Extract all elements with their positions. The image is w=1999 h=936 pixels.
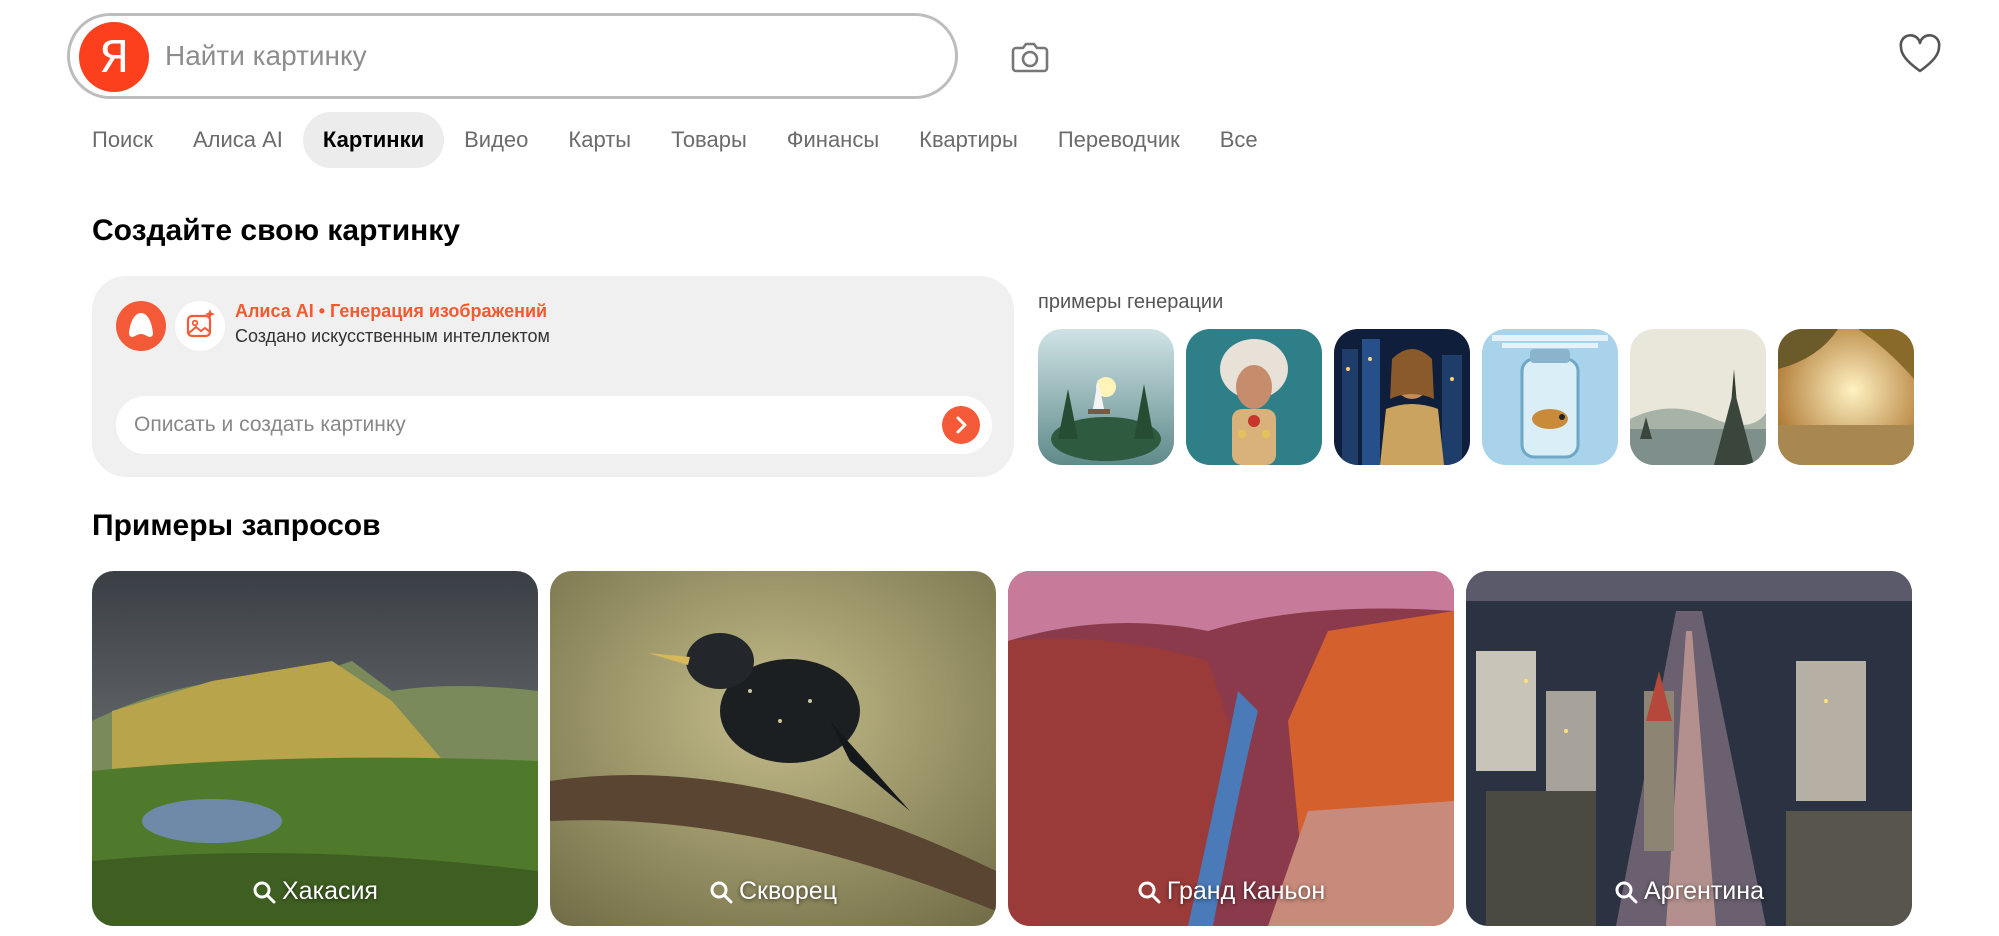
starling-bird-image xyxy=(550,571,996,926)
generation-example-image[interactable] xyxy=(1778,329,1914,465)
camera-icon[interactable] xyxy=(1008,34,1052,78)
tab-finance[interactable]: Финансы xyxy=(767,112,899,168)
query-text: Хакасия xyxy=(282,877,378,905)
generation-example-image[interactable] xyxy=(1186,329,1322,465)
tab-video[interactable]: Видео xyxy=(444,112,548,168)
query-text: Аргентина xyxy=(1644,877,1764,905)
query-card-argentina[interactable]: Аргентина xyxy=(1466,571,1912,926)
query-text: Скворец xyxy=(738,877,838,905)
khakassia-landscape-image xyxy=(92,571,538,926)
generation-example-image[interactable] xyxy=(1630,329,1766,465)
query-label: Хакасия xyxy=(92,877,538,906)
argentina-city-image xyxy=(1466,571,1912,926)
search-icon xyxy=(253,881,276,903)
query-card-grand-canyon[interactable]: Гранд Каньон xyxy=(1008,571,1454,926)
alice-generation-subtitle: Создано искусственным интеллектом xyxy=(235,326,550,346)
generation-example-image[interactable] xyxy=(1482,329,1618,465)
alice-generation-title[interactable]: Алиса AI • Генерация изображений xyxy=(235,301,547,322)
tab-alice-ai[interactable]: Алиса AI xyxy=(173,112,303,168)
generation-examples-label: примеры генерации xyxy=(1038,291,1224,313)
service-tabs: Поиск Алиса AI Картинки Видео Карты Това… xyxy=(72,112,1278,168)
tab-all[interactable]: Все xyxy=(1200,112,1278,168)
query-label: Аргентина xyxy=(1466,877,1912,906)
describe-field[interactable] xyxy=(116,396,992,454)
query-card-starling[interactable]: Скворец xyxy=(550,571,996,926)
tab-search[interactable]: Поиск xyxy=(72,112,173,168)
yandex-logo[interactable]: Я xyxy=(79,22,149,92)
describe-input[interactable] xyxy=(134,409,914,441)
tab-translator[interactable]: Переводчик xyxy=(1038,112,1200,168)
generation-example-image[interactable] xyxy=(1334,329,1470,465)
search-box[interactable]: Я xyxy=(67,13,958,99)
alice-logo-icon xyxy=(116,301,166,351)
query-label: Гранд Каньон xyxy=(1008,877,1454,906)
query-card-khakassia[interactable]: Хакасия xyxy=(92,571,538,926)
query-label: Скворец xyxy=(550,877,996,906)
grand-canyon-image xyxy=(1008,571,1454,926)
generate-button[interactable] xyxy=(942,406,980,444)
search-icon xyxy=(710,881,733,903)
generation-example-image[interactable] xyxy=(1038,329,1174,465)
image-generation-icon xyxy=(175,301,225,351)
tab-images[interactable]: Картинки xyxy=(302,112,445,168)
create-image-card: Алиса AI • Генерация изображений Создано… xyxy=(92,276,1014,477)
search-icon xyxy=(1138,881,1161,903)
search-input[interactable] xyxy=(165,34,925,78)
tab-products[interactable]: Товары xyxy=(651,112,767,168)
heart-icon[interactable] xyxy=(1898,33,1942,77)
queries-heading: Примеры запросов xyxy=(92,509,381,542)
tab-maps[interactable]: Карты xyxy=(548,112,651,168)
yandex-logo-letter: Я xyxy=(98,31,130,83)
tab-apartments[interactable]: Квартиры xyxy=(899,112,1038,168)
create-heading: Создайте свою картинку xyxy=(92,214,460,247)
search-icon xyxy=(1615,881,1638,903)
chevron-right-icon xyxy=(956,416,967,434)
query-text: Гранд Каньон xyxy=(1166,877,1326,905)
